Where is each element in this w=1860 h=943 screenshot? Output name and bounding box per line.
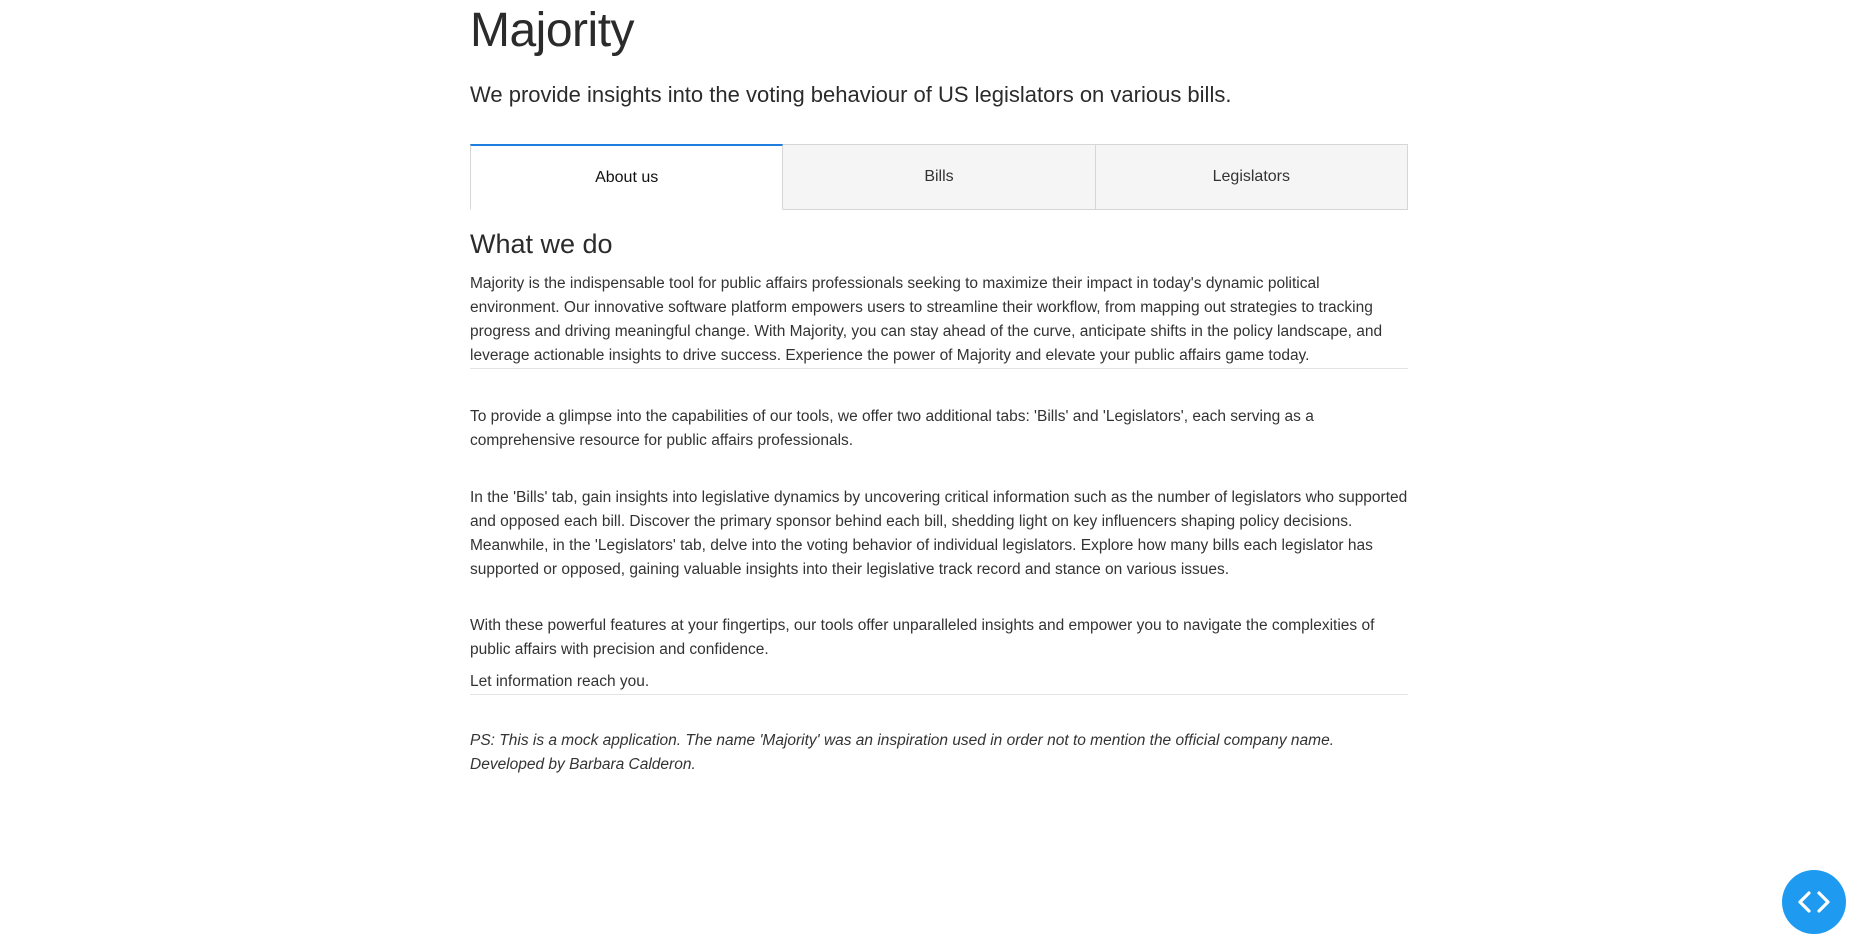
divider: [470, 694, 1408, 695]
tab-about-us[interactable]: About us: [470, 144, 784, 210]
tabs-detail-paragraph: In the 'Bills' tab, gain insights into l…: [470, 489, 1408, 578]
app-title: Majority: [470, 4, 635, 57]
divider: [470, 368, 1408, 369]
ps-note: PS: This is a mock application. The name…: [470, 732, 1335, 773]
app-subtitle: We provide insights into the voting beha…: [470, 82, 1232, 107]
tab-legislators[interactable]: Legislators: [1095, 144, 1408, 209]
code-view-button[interactable]: [1782, 870, 1846, 934]
tab-bills[interactable]: Bills: [783, 144, 1096, 209]
code-icon: [1798, 891, 1830, 913]
intro-paragraph: Majority is the indispensable tool for p…: [470, 275, 1383, 364]
tagline: Let information reach you.: [470, 673, 650, 690]
glimpse-paragraph: To provide a glimpse into the capabiliti…: [470, 408, 1314, 449]
about-panel: What we do Majority is the indispensable…: [470, 226, 1408, 777]
page-container: Majority We provide insights into the vo…: [470, 0, 1408, 777]
tab-bar: About us Bills Legislators: [470, 144, 1408, 210]
section-title: What we do: [470, 229, 613, 259]
features-paragraph: With these powerful features at your fin…: [470, 617, 1375, 658]
